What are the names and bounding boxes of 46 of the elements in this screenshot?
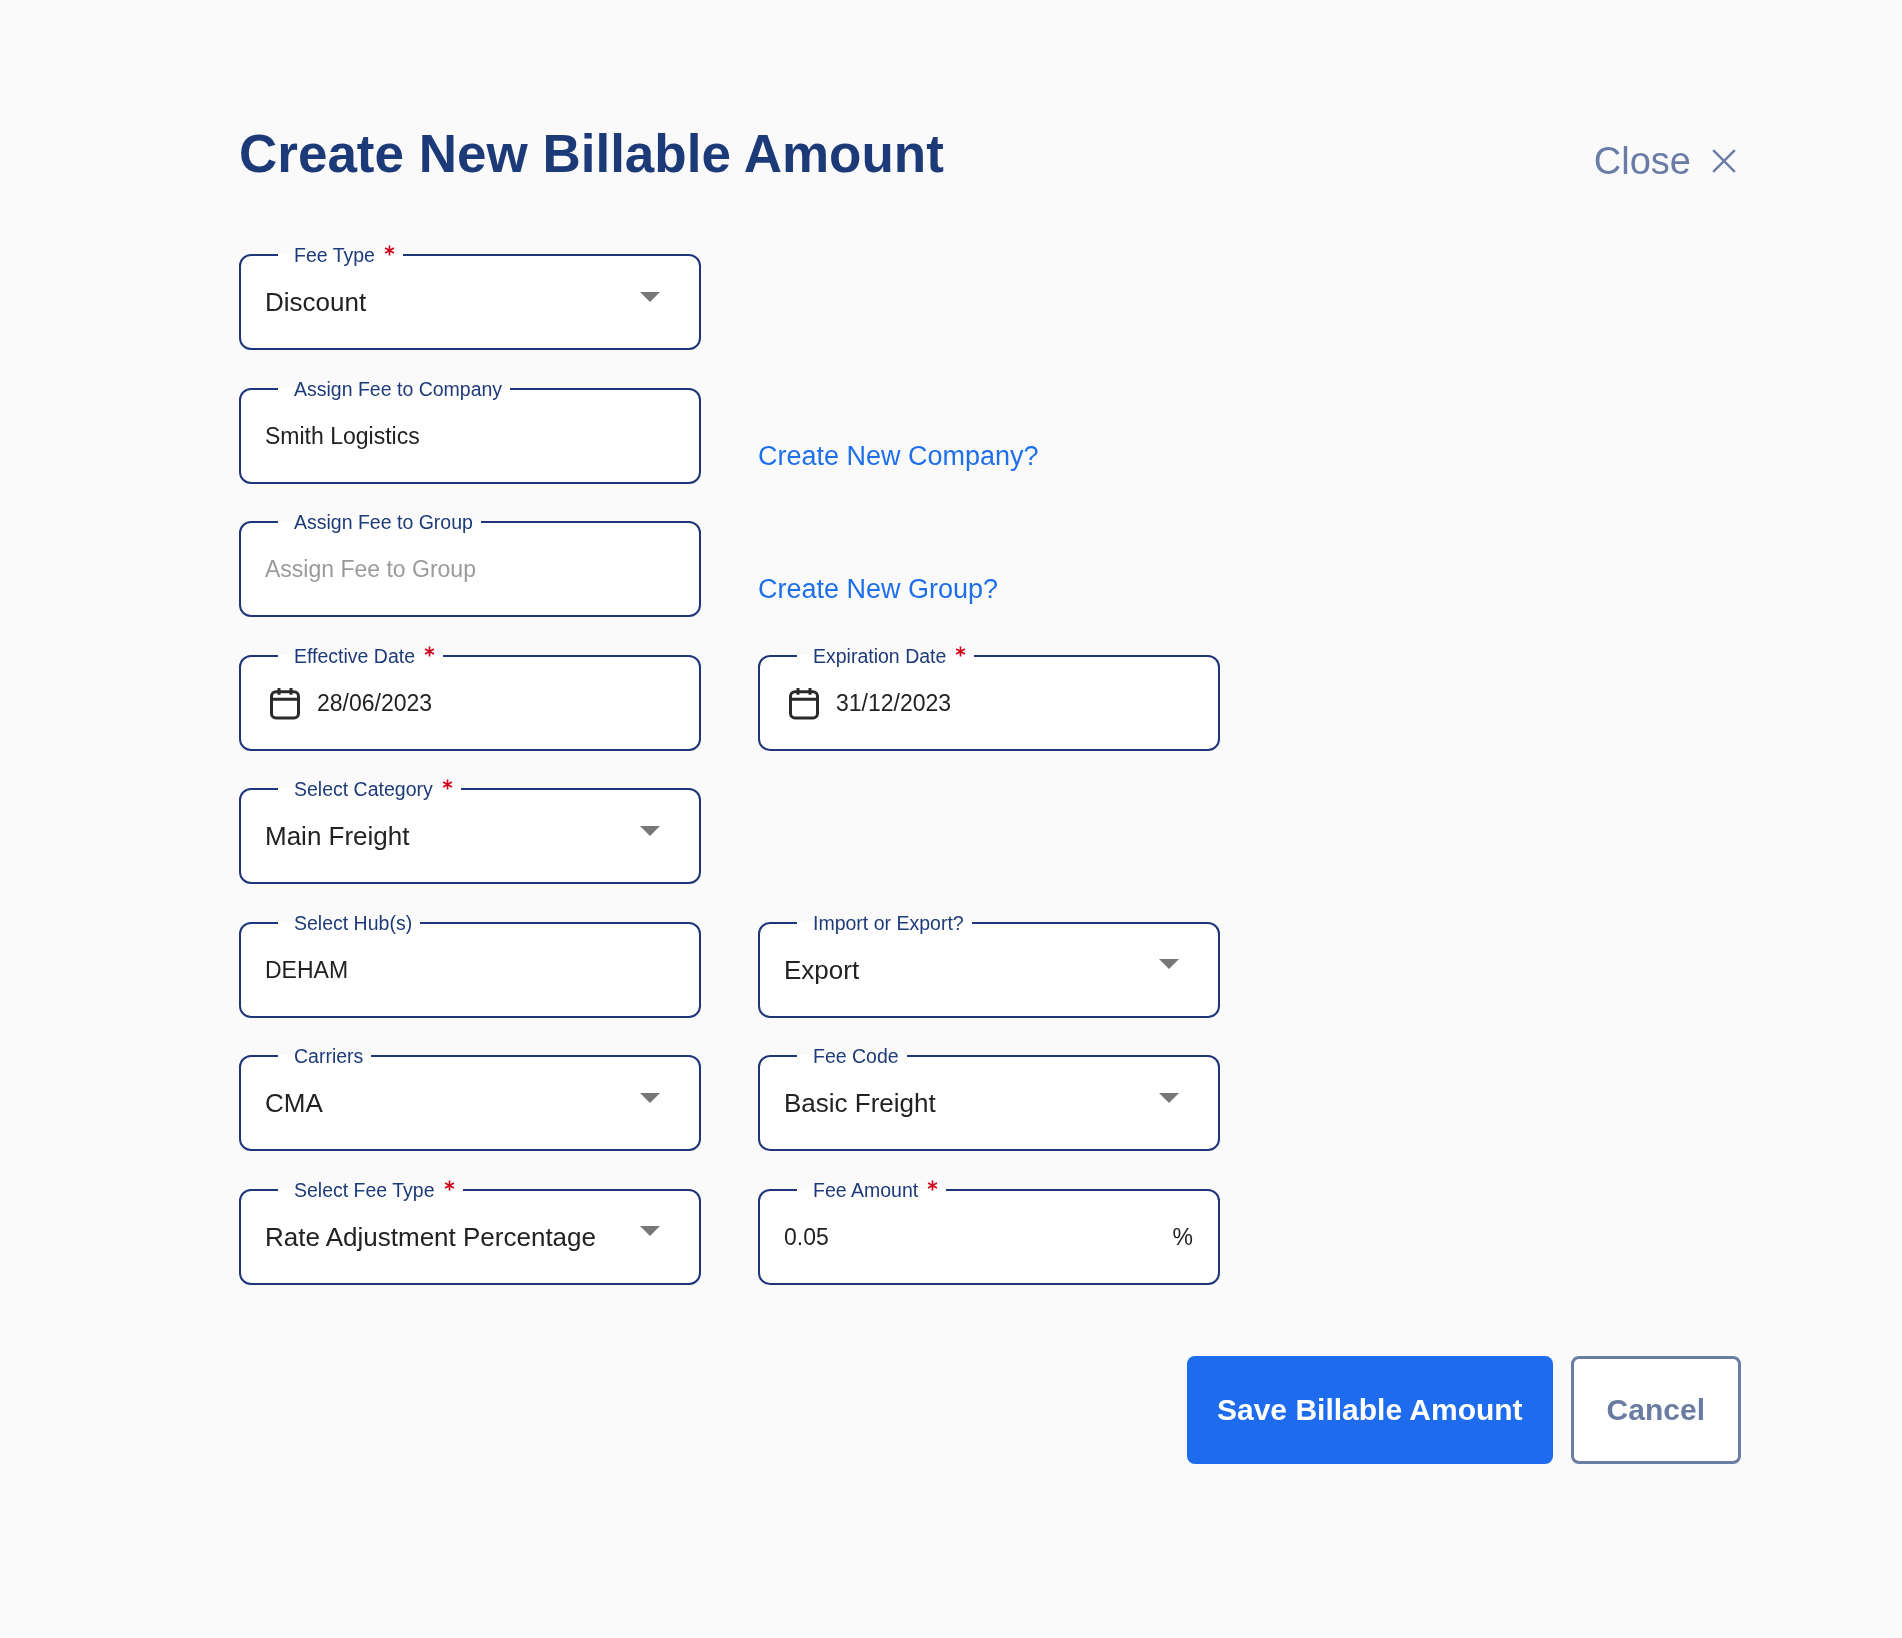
- date-field[interactable]: Expiration Date 31/12/2023: [758, 643, 1220, 751]
- close-button[interactable]: Close: [1593, 138, 1737, 184]
- select-field[interactable]: Select Category Main Freight: [239, 777, 701, 884]
- field-value: DEHAM: [265, 956, 349, 984]
- field-label: Select Fee Type: [294, 1177, 435, 1202]
- field-value: Discount: [265, 287, 367, 318]
- field-label: Expiration Date: [813, 643, 947, 668]
- field-placeholder: Assign Fee to Group: [265, 556, 476, 583]
- field-value: 28/06/2023: [317, 689, 433, 717]
- field-label: Select Hub(s): [294, 910, 413, 935]
- caret-icon: [1159, 959, 1179, 969]
- field-label: Fee Type: [294, 243, 375, 267]
- field-value: CMA: [265, 1088, 323, 1119]
- number-field[interactable]: Fee Amount 0.05 %: [758, 1177, 1220, 1285]
- field-value: Smith Logistics: [265, 422, 420, 450]
- field-value: Basic Freight: [784, 1088, 936, 1119]
- field-value: Main Freight: [265, 821, 410, 852]
- field-label: Fee Code: [813, 1044, 899, 1068]
- dialog-title: Create New Billable Amount: [239, 123, 944, 185]
- caret-icon: [640, 1226, 660, 1236]
- date-field[interactable]: Effective Date 28/06/2023: [239, 643, 701, 751]
- caret-icon: [640, 291, 660, 302]
- field-label: Fee Amount: [813, 1177, 919, 1202]
- caret-icon: [640, 1092, 660, 1103]
- create-link[interactable]: Create New Company?: [758, 438, 1039, 473]
- field-value: Export: [784, 954, 860, 986]
- create-link[interactable]: Create New Group?: [758, 572, 999, 606]
- field-label: Effective Date: [294, 643, 416, 668]
- calendar-icon: [786, 685, 822, 721]
- field-label: Import or Export?: [813, 910, 964, 935]
- select-field[interactable]: Select Fee Type Rate Adjustment Percentage: [239, 1177, 701, 1285]
- field-value: 31/12/2023: [836, 689, 952, 717]
- cancel-button[interactable]: Cancel: [1570, 1355, 1741, 1464]
- field-value: 0.05: [784, 1223, 829, 1251]
- select-field[interactable]: Fee Type Discount: [239, 243, 701, 350]
- caret-icon: [1159, 1092, 1179, 1103]
- field-label: Assign Fee to Group: [294, 510, 473, 534]
- field-value: Rate Adjustment Percentage: [265, 1221, 596, 1253]
- field-label: Select Category: [294, 777, 433, 801]
- field-label: Carriers: [294, 1044, 364, 1068]
- save-button[interactable]: Save Billable Amount: [1187, 1355, 1553, 1464]
- unit-suffix: %: [1172, 1223, 1193, 1251]
- close-icon: [1711, 148, 1737, 174]
- caret-icon: [640, 825, 660, 836]
- calendar-icon: [267, 685, 303, 721]
- field-label: Assign Fee to Company: [294, 376, 503, 401]
